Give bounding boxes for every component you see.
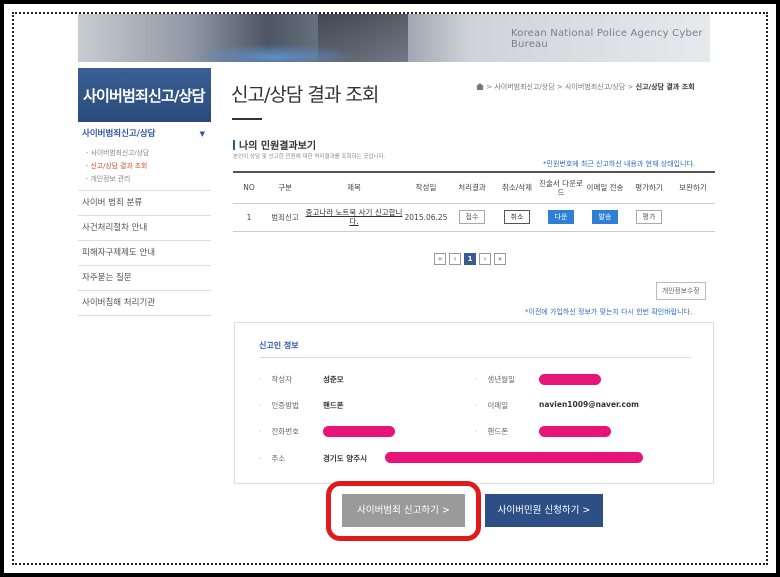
evaluate-button[interactable]: 평가 bbox=[635, 210, 663, 224]
redaction-mark bbox=[539, 426, 611, 437]
birth-label: 생년월일 bbox=[475, 374, 515, 385]
pagination: « ‹ 1 › » bbox=[434, 253, 506, 265]
caret-down-icon: ▼ bbox=[199, 130, 205, 138]
breadcrumb-item[interactable]: 사이버범죄신고/상담 bbox=[494, 83, 554, 91]
address-value: 경기도 양주시 bbox=[323, 454, 368, 463]
banner-text: Korean National Police Agency Cyber Bure… bbox=[511, 28, 703, 50]
cancel-button[interactable]: 취소 bbox=[503, 210, 531, 224]
sidebar-submenu: - 사이버범죄신고/상담 - 신고/상담 결과 조회 - 개인정보 관리 bbox=[78, 147, 211, 191]
submenu-item-privacy[interactable]: - 개인정보 관리 bbox=[86, 173, 211, 186]
reporter-info-title: 신고인 정보 bbox=[259, 341, 299, 350]
author-label: 작성자 bbox=[259, 374, 292, 385]
email-label: 이메일 bbox=[475, 400, 508, 411]
sidebar-item-procedure[interactable]: 사건처리절차 안내 bbox=[78, 216, 211, 241]
email-value: navien1009@naver.com bbox=[539, 400, 639, 409]
mobile-label: 핸드폰 bbox=[475, 426, 508, 437]
send-email-button[interactable]: 발송 bbox=[591, 210, 619, 224]
apply-civil-complaint-button[interactable]: 사이버민원 신청하기 > bbox=[485, 494, 603, 527]
confirm-note: *이전에 가입하신 정보가 맞는지 다시 한번 확인바랍니다. bbox=[525, 308, 693, 316]
breadcrumb: > 사이버범죄신고/상담 > 사이버범죄신고/상담 > 신고/상담 결과 조회 bbox=[476, 82, 695, 92]
highlight-annotation bbox=[326, 481, 481, 541]
col-evaluate: 평가하기 bbox=[627, 171, 671, 204]
page-1-button[interactable]: 1 bbox=[464, 253, 476, 265]
author-value: 성준모 bbox=[323, 375, 344, 384]
sidebar-item-agencies[interactable]: 사이버침해 처리기관 bbox=[78, 291, 211, 316]
redaction-mark bbox=[385, 452, 643, 463]
divider bbox=[259, 357, 691, 358]
page-title: 신고/상담 결과 조회 bbox=[231, 84, 379, 106]
home-icon[interactable] bbox=[476, 83, 484, 90]
submenu-item-report[interactable]: - 사이버범죄신고/상담 bbox=[86, 147, 211, 160]
table-header-row: NO 구분 제목 작성일 처리결과 취소/삭제 진술서 다운로드 이메일 전송 … bbox=[233, 171, 715, 204]
reporter-info-box: 신고인 정보 작성자 성준모 생년월일 인증방법 핸드폰 이메일 navien1… bbox=[234, 322, 714, 484]
col-no: NO bbox=[233, 171, 265, 204]
title-underline bbox=[232, 118, 262, 120]
sidebar-item-classification[interactable]: 사이버 범죄 분류 bbox=[78, 191, 211, 216]
last-page-button[interactable]: » bbox=[494, 253, 506, 265]
section-description: 본인이 상담 및 신고한 민원에 대한 처리결과를 조회하는 곳입니다. bbox=[233, 154, 386, 160]
cell-title-link[interactable]: 중고나라 노트북 사기 신고합니다. bbox=[305, 203, 403, 232]
sidebar-title: 사이버범죄신고/상담 bbox=[78, 68, 211, 122]
col-status: 처리결과 bbox=[449, 171, 495, 204]
col-cancel: 취소/삭제 bbox=[495, 171, 539, 204]
redaction-mark bbox=[539, 374, 601, 385]
prev-page-button[interactable]: ‹ bbox=[449, 253, 461, 265]
col-title: 제목 bbox=[305, 171, 403, 204]
col-date: 작성일 bbox=[403, 171, 449, 204]
status-badge: 접수 bbox=[458, 210, 486, 224]
auth-method-value: 핸드폰 bbox=[323, 401, 344, 410]
section-note: *민원번호에 최근 신고하신 내용과 현재 상태입니다. bbox=[543, 160, 696, 168]
download-button[interactable]: 다운 bbox=[547, 210, 575, 224]
breadcrumb-current: 신고/상담 결과 조회 bbox=[635, 83, 695, 91]
col-download: 진술서 다운로드 bbox=[539, 171, 583, 204]
screenshot-frame: Korean National Police Agency Cyber Bure… bbox=[0, 0, 780, 577]
results-table: NO 구분 제목 작성일 처리결과 취소/삭제 진술서 다운로드 이메일 전송 … bbox=[233, 171, 715, 232]
edit-personal-info-button[interactable]: 개인정보수정 bbox=[656, 282, 706, 300]
breadcrumb-item[interactable]: 사이버범죄신고/상담 bbox=[565, 83, 625, 91]
col-type: 구분 bbox=[265, 171, 305, 204]
auth-method-label: 인증방법 bbox=[259, 400, 299, 411]
sidebar-item-faq[interactable]: 자주묻는 질문 bbox=[78, 266, 211, 291]
address-label: 주소 bbox=[259, 453, 285, 464]
sidebar-item-relief[interactable]: 피해자구제제도 안내 bbox=[78, 241, 211, 266]
cell-no: 1 bbox=[233, 203, 265, 232]
submenu-item-result[interactable]: - 신고/상담 결과 조회 bbox=[86, 160, 211, 173]
header-banner: Korean National Police Agency Cyber Bure… bbox=[78, 14, 710, 62]
redaction-mark bbox=[323, 426, 395, 437]
col-supplement: 보완하기 bbox=[671, 171, 715, 204]
next-page-button[interactable]: › bbox=[479, 253, 491, 265]
section-title: 나의 민원결과보기 bbox=[233, 137, 316, 152]
col-email: 이메일 전송 bbox=[583, 171, 627, 204]
phone-label: 전화번호 bbox=[259, 426, 299, 437]
first-page-button[interactable]: « bbox=[434, 253, 446, 265]
sidebar-item-label: 사이버범죄신고/상담 bbox=[82, 129, 156, 139]
sidebar-menu: 사이버범죄신고/상담 ▼ - 사이버범죄신고/상담 - 신고/상담 결과 조회 … bbox=[78, 122, 211, 316]
sidebar-item-report[interactable]: 사이버범죄신고/상담 ▼ bbox=[78, 122, 211, 147]
cell-date: 2015.06.25 bbox=[403, 203, 449, 232]
table-row: 1 범죄신고 중고나라 노트북 사기 신고합니다. 2015.06.25 접수 … bbox=[233, 203, 715, 232]
cell-type: 범죄신고 bbox=[265, 203, 305, 232]
cell-supplement bbox=[671, 203, 715, 232]
